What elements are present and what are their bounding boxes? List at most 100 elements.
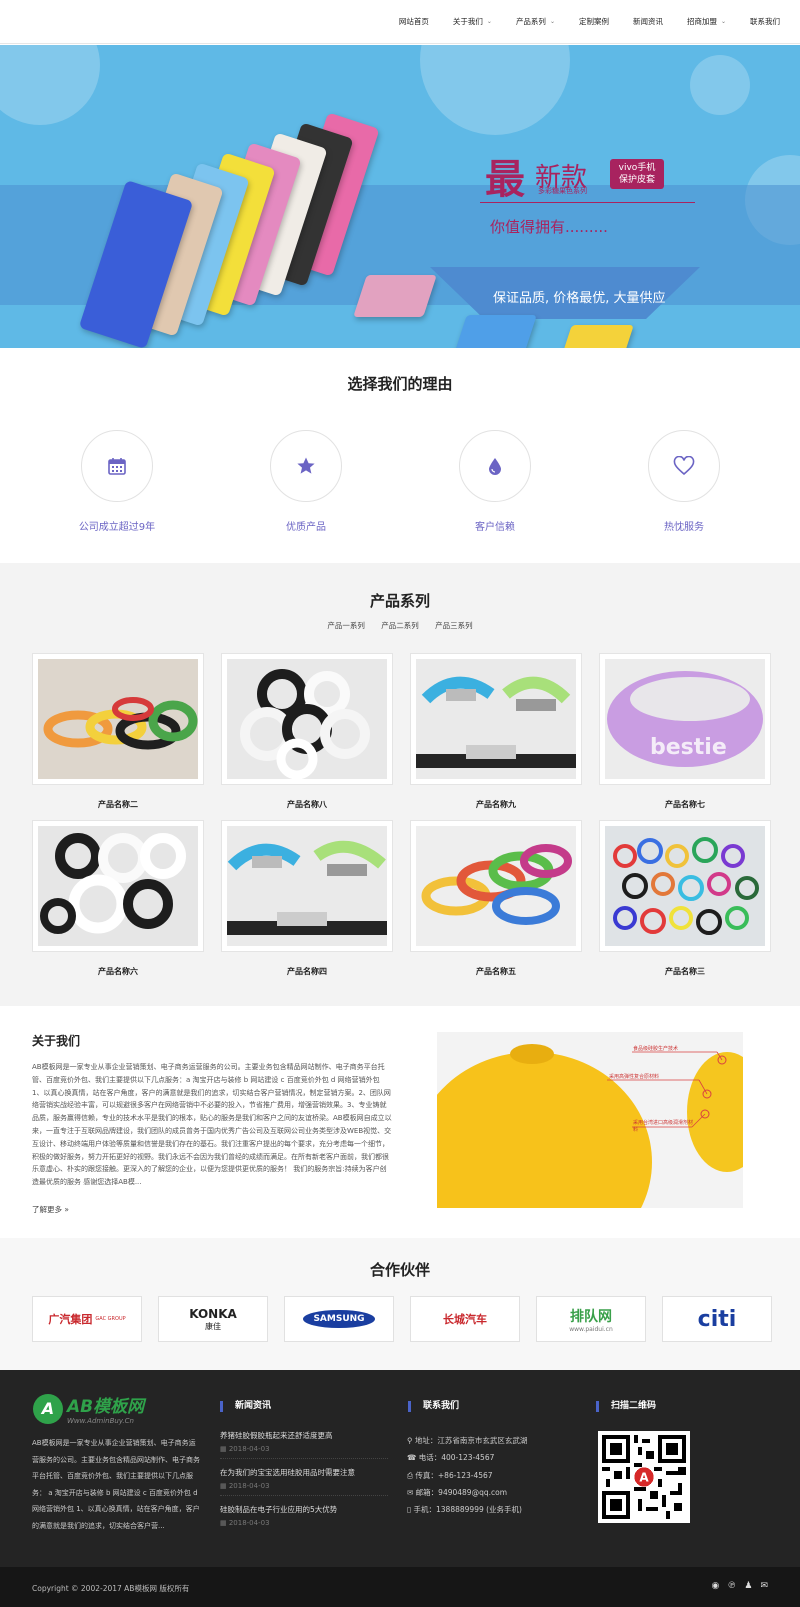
logo-mark: A [33,1393,63,1424]
product-card[interactable]: 产品名称八 [221,653,393,810]
chevron-down-icon: ⌄ [720,18,726,25]
nav-item-news[interactable]: 新闻资讯 [633,16,663,27]
section-title: 选择我们的理由 [347,375,453,393]
weibo-icon[interactable]: ◉ [712,1581,720,1591]
svg-text:A: A [639,1470,649,1484]
nav-item-products[interactable]: 产品系列 ⌄ [516,16,555,27]
tab-category-1[interactable]: 产品一系列 [327,621,365,630]
footer-news-title: 新闻资讯 [220,1401,271,1412]
footer-description: AB模板网是一家专业从事企业营销策划、电子商务运营服务的公司。主要业务包含精品网… [32,1439,200,1530]
product-image [416,826,576,946]
qr-code: A [598,1431,690,1523]
news-date: 2018-04-03 [228,1482,270,1490]
product-name: 产品名称三 [665,967,705,976]
logo-text: SAMSUNG [303,1310,375,1328]
nav-item-about[interactable]: 关于我们 ⌄ [453,16,492,27]
product-image [38,826,198,946]
news-item[interactable]: 硅胶制品在电子行业应用的5大优势 ▦ 2018-04-03 [220,1504,388,1532]
logo-text: KONKA [189,1306,237,1321]
product-image: bestie [605,659,765,779]
product-card[interactable]: 产品名称六 [32,820,204,977]
contact-fax: ⎙ 传真：+86-123-4567 [407,1470,493,1480]
product-image [605,826,765,946]
reason-item[interactable]: 客户信赖 [410,430,580,533]
heart-icon [673,456,695,476]
logo-subtext: www.paidui.cn [569,1325,613,1333]
reason-circle [81,430,153,502]
product-card[interactable]: 产品名称三 [599,820,771,977]
news-title: 养猪硅胶假胶瓶起来还舒适度更高 [220,1431,333,1440]
mail-icon: ✉ [407,1487,416,1497]
copyright-bar: Copyright © 2002-2017 AB模板网 版权所有 ◉ ℗ ♟ ✉ [0,1567,800,1607]
logo-text: 广汽集团 [48,1313,93,1326]
partner-logo[interactable]: 广汽集团 GAC GROUP [32,1296,142,1342]
partner-logo[interactable]: SAMSUNG [284,1296,394,1342]
nav-item-franchise[interactable]: 招商加盟 ⌄ [687,16,726,27]
partner-logo[interactable]: citi [662,1296,772,1342]
news-item[interactable]: 在为我们的宝宝选用硅胶用品时需要注意 ▦ 2018-04-03 [220,1467,388,1496]
logo-text: 长城汽车 [443,1313,487,1326]
nav-item-contact[interactable]: 联系我们 [750,16,780,27]
tab-category-3[interactable]: 产品三系列 [435,621,473,630]
reason-label: 客户信赖 [475,522,515,533]
reason-item[interactable]: 公司成立超过9年 [32,430,202,533]
reason-item[interactable]: 热忱服务 [599,430,769,533]
news-item[interactable]: 养猪硅胶假胶瓶起来还舒适度更高 ▦ 2018-04-03 [220,1430,388,1459]
about-text: AB模板网是一家专业从事企业营销策划、电子商务运营服务的公司。主要业务包含精品网… [32,1063,392,1187]
product-name: 产品名称二 [98,800,138,809]
footer: A AB模板网 Www.AdminBuy.Cn AB模板网是一家专业从事企业营销… [0,1370,800,1567]
callout-label: 食品级硅胶生产技术 [633,1046,679,1052]
calendar-icon [108,458,126,475]
product-image [416,659,576,779]
banner-headline-big: 最 [485,156,525,203]
product-name: 产品名称八 [287,800,327,809]
nav-label: 网站首页 [398,17,429,26]
nav-item-cases[interactable]: 定制案例 [579,16,609,27]
contact-phone: ☎ 电话：400-123-4567 [407,1453,495,1463]
footer-contact-list: ⚲ 地址：江苏省南京市玄武区玄武湖 ☎ 电话：400-123-4567 ⎙ 传真… [407,1432,527,1518]
reason-item[interactable]: 优质产品 [221,430,391,533]
partner-logo[interactable]: 排队网 www.paidui.cn [536,1296,646,1342]
product-card[interactable]: 产品名称五 [410,820,582,977]
qq-icon[interactable]: ♟ [744,1581,752,1591]
logo-text: citi [697,1306,737,1332]
mail-icon[interactable]: ✉ [760,1581,768,1591]
reason-circle [459,430,531,502]
banner-divider [480,202,695,203]
contact-email[interactable]: ✉ 邮箱：9490489@qq.com [407,1484,527,1501]
product-image [38,659,198,779]
product-card[interactable]: bestie 产品名称七 [599,653,771,810]
section-title: 产品系列 [369,592,430,610]
svg-text:bestie: bestie [650,735,727,760]
social-icons: ◉ ℗ ♟ ✉ [712,1581,768,1591]
product-name: 产品名称九 [476,800,516,809]
nav-item-home[interactable]: 网站首页 [399,16,429,27]
footer-contact-title: 联系我们 [408,1401,459,1412]
partner-logo[interactable]: KONKA 康佳 [158,1296,268,1342]
product-card[interactable]: 产品名称二 [32,653,204,810]
nav-label: 招商加盟 [686,17,717,26]
pinterest-icon[interactable]: ℗ [727,1581,736,1591]
news-date: 2018-04-03 [228,1445,270,1453]
product-card[interactable]: 产品名称九 [410,653,582,810]
hero-banner[interactable]: 最 新款 vivo手机 保护皮套 多彩糖果色系列 你值得拥有......... … [0,45,800,348]
logo-text: 排队网 [570,1308,612,1325]
calendar-icon: ▦ [220,1519,229,1527]
logo-subtext: GAC GROUP [95,1316,126,1322]
partner-logo[interactable]: 长城汽车 [410,1296,520,1342]
about-section: 关于我们 AB模板网是一家专业从事企业营销策划、电子商务运营服务的公司。主要业务… [0,1006,800,1238]
nav-label: 联系我们 [750,17,780,26]
chevron-down-icon: ⌄ [486,18,492,25]
top-navigation: 网站首页 关于我们 ⌄ 产品系列 ⌄ 定制案例 新闻资讯 招商加盟 ⌄ 联系我们 [0,0,800,44]
decor-bubble [420,45,570,135]
news-title: 硅胶制品在电子行业应用的5大优势 [220,1505,338,1514]
reason-circle [270,430,342,502]
nav-label: 定制案例 [578,17,609,26]
tab-category-2[interactable]: 产品二系列 [381,621,419,630]
contact-mobile: ▯ 手机：1388889999 (业务手机) [407,1505,522,1515]
product-category-tabs: 产品一系列 产品二系列 产品三系列 [0,620,800,631]
footer-logo[interactable]: A AB模板网 Www.AdminBuy.Cn [33,1392,144,1425]
product-card[interactable]: 产品名称四 [221,820,393,977]
product-image [227,826,387,946]
read-more-link[interactable]: 了解更多 » [32,1204,69,1215]
